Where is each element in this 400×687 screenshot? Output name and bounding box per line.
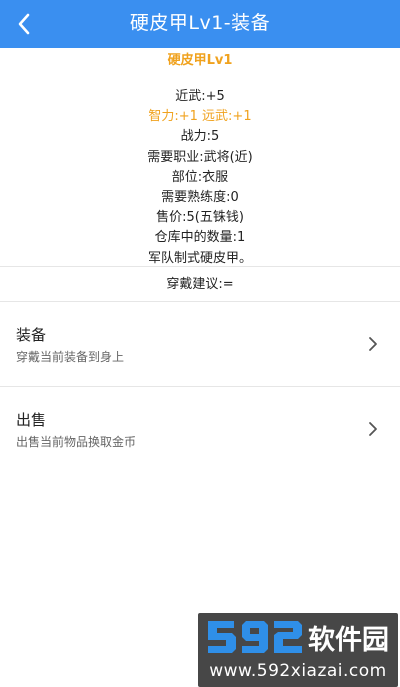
sell-action[interactable]: 出售 出售当前物品换取金币	[0, 387, 400, 471]
stat-line: 需要熟练度:0	[161, 190, 239, 206]
watermark-logo: 软件园	[208, 621, 389, 656]
app-bar: 硬皮甲Lv1-装备	[0, 0, 400, 48]
stat-line: 仓库中的数量:1	[154, 230, 246, 246]
svg-text:软件园: 软件园	[308, 625, 389, 656]
divider	[0, 266, 400, 267]
item-name: 硬皮甲Lv1	[167, 53, 233, 68]
screen: 硬皮甲Lv1-装备 硬皮甲Lv1 近武:+5 智力:+1 远武:+1 战力:5 …	[0, 0, 400, 687]
page-title: 硬皮甲Lv1-装备	[129, 12, 271, 34]
stat-line: 需要职业:武将(近)	[147, 149, 253, 165]
item-stats: 近武:+5 智力:+1 远武:+1 战力:5 需要职业:武将(近) 部位:衣服 …	[0, 87, 400, 269]
chevron-right-icon	[369, 337, 377, 351]
watermark: 软件园 www.592xiazai.com	[198, 613, 398, 687]
stat-line: 战力:5	[180, 129, 220, 145]
stat-line: 售价:5(五铢钱)	[156, 210, 244, 226]
chevron-right-icon	[369, 422, 377, 436]
sell-action-title: 出售	[16, 411, 47, 429]
equip-action-subtitle: 穿戴当前装备到身上	[16, 350, 125, 364]
equip-action[interactable]: 装备 穿戴当前装备到身上	[0, 302, 400, 386]
item-detail: 硬皮甲Lv1 近武:+5 智力:+1 远武:+1 战力:5 需要职业:武将(近)…	[0, 48, 400, 269]
stat-line-bonus: 智力:+1 远武:+1	[148, 109, 252, 125]
stat-line: 近武:+5	[175, 89, 225, 104]
watermark-url: www.592xiazai.com	[209, 661, 387, 681]
stat-line: 部位:衣服	[171, 169, 229, 185]
sell-action-subtitle: 出售当前物品换取金币	[16, 435, 137, 449]
equip-action-title: 装备	[16, 326, 47, 344]
wear-suggestion: 穿戴建议:=	[166, 277, 234, 292]
